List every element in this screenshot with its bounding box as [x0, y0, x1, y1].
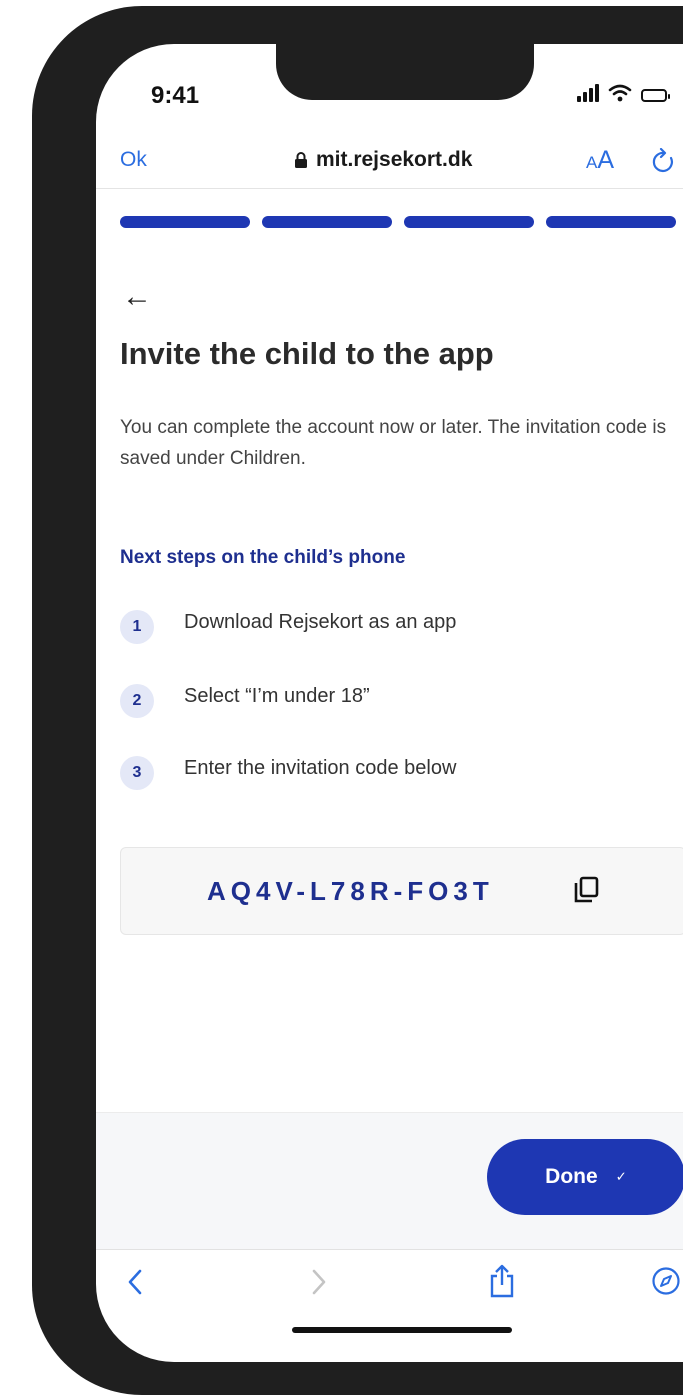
- step-text: Enter the invitation code below: [184, 756, 457, 779]
- lock-icon: [295, 152, 307, 168]
- status-time: 9:41: [151, 82, 200, 109]
- text-size-small-label: A: [586, 153, 598, 172]
- wifi-icon: [608, 84, 632, 102]
- url-text: mit.rejsekort.dk: [316, 148, 473, 171]
- step-number-badge: 1: [120, 610, 154, 644]
- done-button[interactable]: Done ✓: [487, 1139, 683, 1215]
- page-title: Invite the child to the app: [120, 336, 494, 371]
- notch: [276, 44, 534, 100]
- progress-bar: [120, 216, 676, 228]
- page-subtitle: You can complete the account now or late…: [120, 417, 667, 469]
- phone-frame: 9:41 Ok mit.rejsekort.dk AA ← Invite the…: [32, 6, 683, 1395]
- step-number-badge: 2: [120, 684, 154, 718]
- text-size-button[interactable]: AA: [586, 146, 614, 175]
- copy-icon[interactable]: [573, 876, 599, 904]
- step-item: 2 Select “I’m under 18”: [120, 684, 370, 718]
- forward-chevron-icon[interactable]: [310, 1268, 328, 1296]
- invitation-code-box[interactable]: AQ4V-L78R-FO3T: [120, 847, 683, 935]
- invitation-code: AQ4V-L78R-FO3T: [207, 876, 494, 906]
- step-text: Select “I’m under 18”: [184, 684, 370, 707]
- text-size-large-label: A: [597, 146, 615, 174]
- home-indicator[interactable]: [292, 1327, 512, 1333]
- share-icon[interactable]: [488, 1264, 516, 1298]
- ok-button[interactable]: Ok: [120, 148, 147, 172]
- progress-segment: [262, 216, 392, 228]
- progress-segment: [120, 216, 250, 228]
- address-bar-divider: [96, 188, 683, 189]
- reload-icon[interactable]: [651, 148, 677, 176]
- step-number-badge: 3: [120, 756, 154, 790]
- progress-segment: [546, 216, 676, 228]
- safari-toolbar: [96, 1249, 683, 1310]
- step-text: Download Rejsekort as an app: [184, 610, 457, 633]
- back-arrow-icon[interactable]: ←: [122, 280, 152, 314]
- step-item: 1 Download Rejsekort as an app: [120, 610, 456, 644]
- screen: 9:41 Ok mit.rejsekort.dk AA ← Invite the…: [96, 44, 683, 1362]
- status-icons: [577, 84, 670, 102]
- checkmark-icon: ✓: [615, 1169, 627, 1184]
- cellular-signal-icon: [577, 84, 599, 102]
- battery-icon: [641, 89, 670, 102]
- steps-heading: Next steps on the child’s phone: [120, 547, 406, 568]
- safari-address-bar: Ok mit.rejsekort.dk AA: [96, 142, 683, 190]
- progress-segment: [404, 216, 534, 228]
- done-label: Done: [545, 1165, 598, 1188]
- back-chevron-icon[interactable]: [126, 1268, 144, 1296]
- step-item: 3 Enter the invitation code below: [120, 756, 456, 790]
- compass-icon[interactable]: [651, 1266, 681, 1296]
- url-field[interactable]: mit.rejsekort.dk: [294, 148, 472, 172]
- footer-bar: Done ✓: [96, 1112, 683, 1250]
